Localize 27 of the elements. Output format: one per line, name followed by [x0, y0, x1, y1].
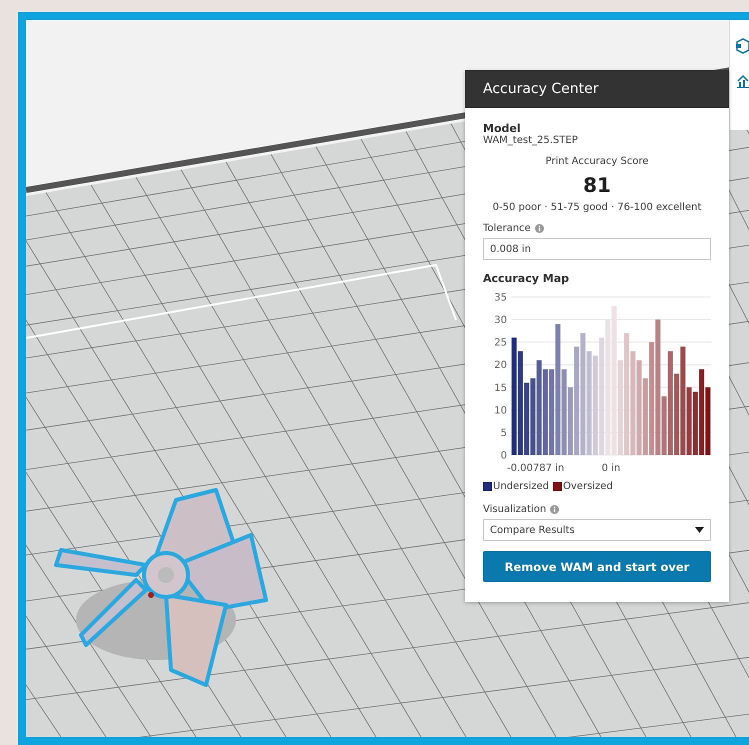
score-value: 81	[583, 173, 611, 197]
y-tick-label: 0	[500, 450, 507, 462]
score-ranges: 0-50 poor · 51-75 good · 76-100 excellent	[492, 202, 702, 213]
y-tick-label: 20	[494, 360, 507, 372]
score-label: Print Accuracy Score	[545, 156, 649, 167]
y-tick-label: 15	[494, 382, 507, 394]
legend-label: Undersized	[493, 481, 550, 492]
model-label: Model	[483, 122, 522, 135]
x-axis-label: -0.00787 in	[507, 463, 564, 474]
visualization-dropdown[interactable]: Compare Results	[483, 519, 711, 541]
caret-icon	[695, 527, 704, 533]
tolerance-label: Tolerance	[483, 223, 531, 234]
visualization-label: Visualization	[483, 504, 546, 515]
y-tick-label: 10	[494, 405, 507, 416]
y-tick-label: 35	[494, 292, 507, 304]
y-tick-label: 5	[500, 428, 507, 439]
y-tick-label: 25	[494, 338, 507, 349]
info-icon[interactable]	[550, 505, 560, 514]
remove-wam-button[interactable]: Remove WAM and start over	[483, 551, 711, 582]
tolerance-field[interactable]: 0.008 in	[483, 238, 711, 260]
legend-label: Oversized	[563, 481, 613, 492]
accuracy-map-title: Accuracy Map	[483, 272, 570, 285]
x-axis-label: 0 in	[602, 463, 620, 474]
y-tick-label: 30	[494, 315, 507, 326]
info-icon[interactable]	[534, 224, 544, 233]
model-filename: WAM_test_25.STEP	[483, 135, 579, 146]
panel-title: Accuracy Center	[483, 81, 598, 97]
